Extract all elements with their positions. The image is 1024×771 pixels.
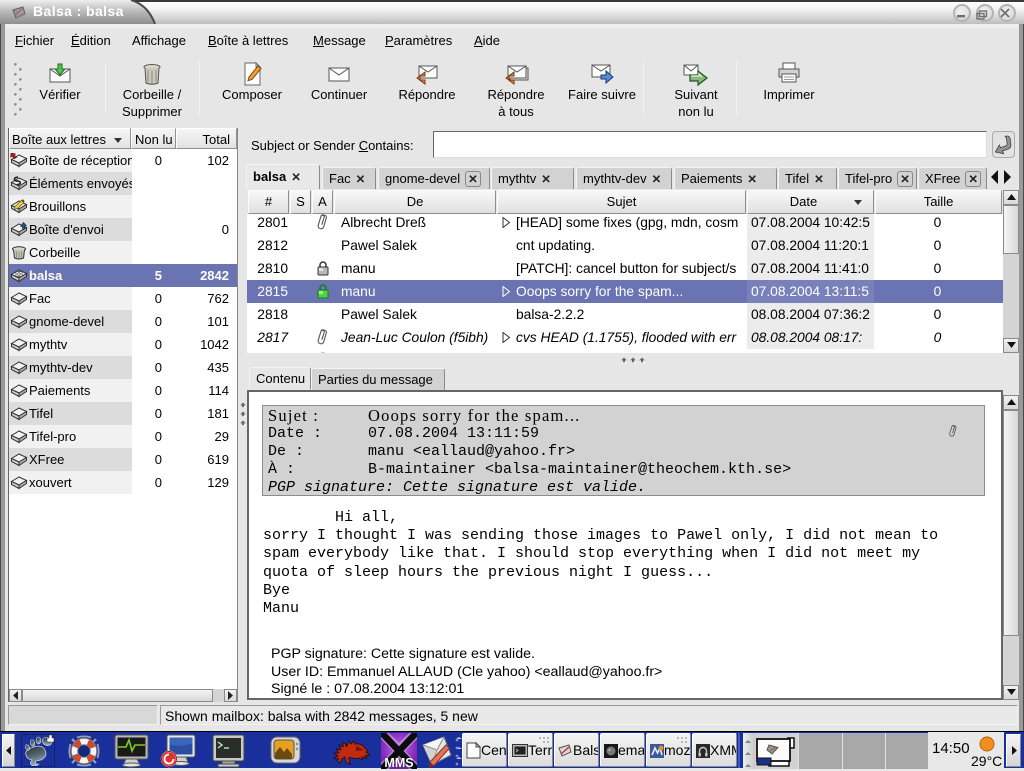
svg-text:MMS: MMS [384, 756, 413, 769]
